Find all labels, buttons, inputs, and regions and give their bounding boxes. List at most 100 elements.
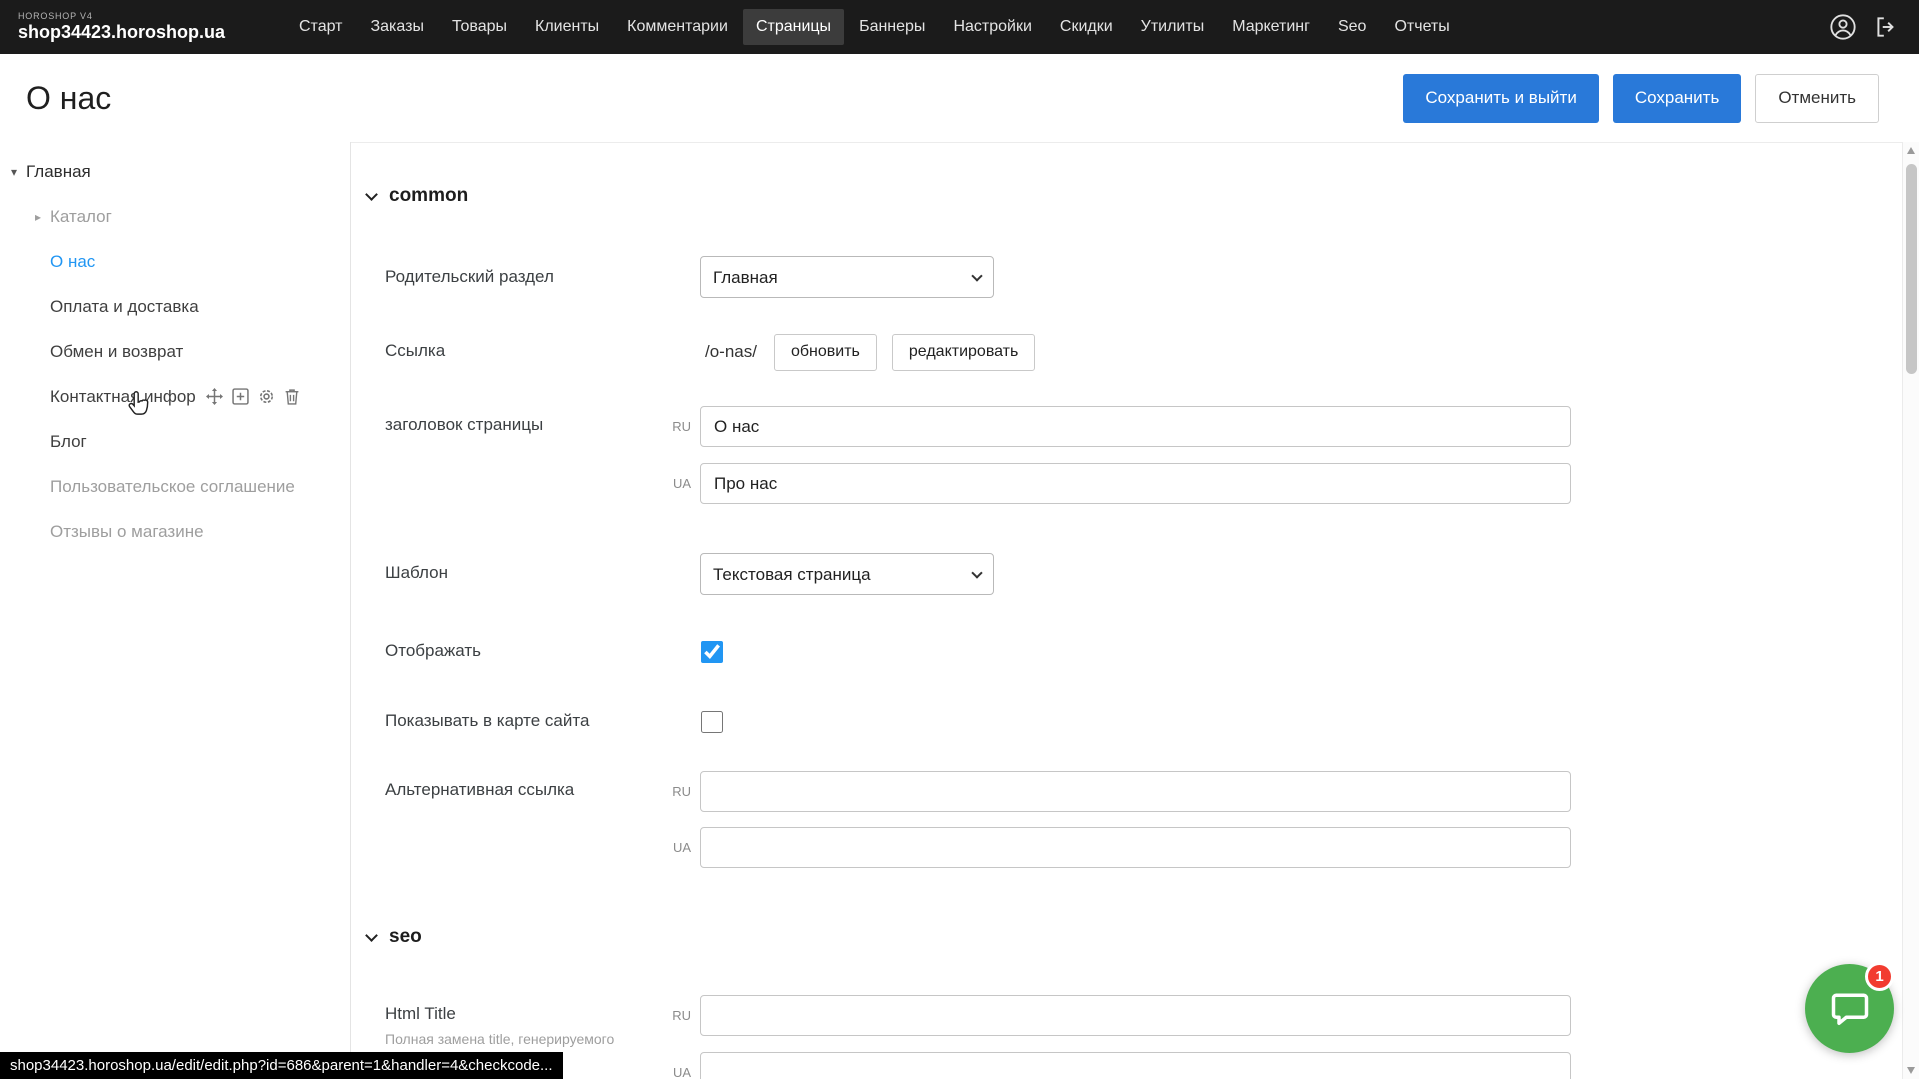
tree-item-label: Обмен и возврат: [50, 342, 183, 362]
nav-banners[interactable]: Баннеры: [846, 9, 938, 45]
alt-link-label: Альтернативная ссылка: [385, 780, 574, 800]
save-button[interactable]: Сохранить: [1613, 74, 1741, 123]
sitemap-label: Показывать в карте сайта: [385, 711, 589, 731]
lang-ru-badge: RU: [631, 784, 691, 799]
alt-link-ru-input[interactable]: [700, 771, 1571, 812]
sidebar-item-kontaktnaya-informatsiya[interactable]: Контактная инфор: [0, 374, 350, 419]
template-label: Шаблон: [385, 563, 448, 583]
page-header: О нас Сохранить и выйти Сохранить Отмени…: [0, 54, 1919, 142]
link-row: /o-nas/ обновить редактировать: [703, 333, 1035, 371]
nav-start[interactable]: Старт: [286, 9, 355, 45]
html-title-ua-input[interactable]: [700, 1052, 1571, 1079]
nav-orders[interactable]: Заказы: [357, 9, 436, 45]
link-edit-button[interactable]: редактировать: [892, 334, 1035, 371]
sidebar-item-oplata-i-dostavka[interactable]: Оплата и доставка: [0, 284, 350, 329]
nav-marketing[interactable]: Маркетинг: [1219, 9, 1323, 45]
scroll-down-arrow-icon[interactable]: [1907, 1067, 1915, 1074]
content: ▾ Главная ▸ Каталог О нас Оплата и доста…: [0, 142, 1902, 1079]
alt-link-ua-input[interactable]: [700, 827, 1571, 868]
html-title-hint: Полная замена title, генерируемого: [385, 1031, 614, 1047]
main-menu: Старт Заказы Товары Клиенты Комментарии …: [286, 9, 1463, 45]
logout-icon[interactable]: [1873, 14, 1899, 40]
nav-pages[interactable]: Страницы: [743, 9, 844, 45]
chat-widget-button[interactable]: 1: [1805, 964, 1894, 1053]
tree-item-label: Блог: [50, 432, 87, 452]
chevron-down-icon: [365, 188, 378, 201]
nav-utilities[interactable]: Утилиты: [1128, 9, 1218, 45]
user-account-icon[interactable]: [1829, 13, 1857, 41]
topbar-icons: [1829, 13, 1919, 41]
section-common-label: common: [389, 185, 468, 207]
brand-version: HOROSHOP V4: [18, 12, 240, 22]
settings-gear-icon[interactable]: [258, 388, 275, 405]
cancel-button[interactable]: Отменить: [1755, 74, 1879, 123]
sidebar-item-o-nas[interactable]: О нас: [0, 239, 350, 284]
sidebar-item-soglashenie[interactable]: Пользовательское соглашение: [0, 464, 350, 509]
sidebar-item-katalog[interactable]: ▸ Каталог: [0, 194, 350, 239]
topbar: HOROSHOP V4 shop34423.horoshop.ua Старт …: [0, 0, 1919, 54]
parent-section-label: Родительский раздел: [385, 267, 554, 287]
chevron-down-icon: [365, 929, 378, 942]
lang-ua-badge: UA: [631, 476, 691, 491]
tree-item-label: Отзывы о магазине: [50, 522, 204, 542]
page-title-ru-input[interactable]: [700, 406, 1571, 447]
tree-item-label: О нас: [50, 252, 95, 272]
display-checkbox[interactable]: [701, 641, 723, 663]
nav-settings[interactable]: Настройки: [940, 9, 1044, 45]
sidebar-item-blog[interactable]: Блог: [0, 419, 350, 464]
html-title-label: Html Title: [385, 1004, 456, 1024]
template-select[interactable]: Текстовая страница: [700, 553, 994, 595]
chat-unread-badge: 1: [1865, 962, 1894, 991]
html-title-ru-input[interactable]: [700, 995, 1571, 1036]
tree-item-actions: [206, 388, 300, 405]
nav-comments[interactable]: Комментарии: [614, 9, 741, 45]
tree-root-label: Главная: [26, 162, 91, 182]
page-title: О нас: [26, 80, 111, 117]
parent-section-select[interactable]: Главная: [700, 256, 994, 298]
chevron-down-icon: ▾: [11, 165, 17, 179]
template-select-wrap: Текстовая страница: [700, 553, 994, 595]
sitemap-checkbox[interactable]: [701, 711, 723, 733]
tree-item-label: Контактная инфор: [50, 387, 196, 407]
tree-list: ▸ Каталог О нас Оплата и доставка Обмен …: [0, 194, 350, 554]
scrollbar-thumb[interactable]: [1906, 164, 1917, 374]
tree-item-label: Каталог: [50, 207, 112, 227]
nav-reports[interactable]: Отчеты: [1381, 9, 1462, 45]
link-label: Ссылка: [385, 341, 445, 361]
save-and-exit-button[interactable]: Сохранить и выйти: [1403, 74, 1598, 123]
pages-tree-sidebar: ▾ Главная ▸ Каталог О нас Оплата и доста…: [0, 142, 351, 1079]
lang-ru-badge: RU: [631, 419, 691, 434]
nav-clients[interactable]: Клиенты: [522, 9, 612, 45]
link-refresh-button[interactable]: обновить: [774, 334, 877, 371]
section-common[interactable]: common: [367, 185, 468, 207]
parent-section-select-wrap: Главная: [700, 256, 994, 298]
link-status-bar: shop34423.horoshop.ua/edit/edit.php?id=6…: [0, 1052, 563, 1079]
page-edit-form: common Родительский раздел Главная Ссылк…: [351, 142, 1902, 1079]
lang-ru-badge: RU: [631, 1008, 691, 1023]
tree-item-label: Пользовательское соглашение: [50, 477, 295, 497]
sidebar-item-otzyvy[interactable]: Отзывы о магазине: [0, 509, 350, 554]
sidebar-item-obmen-i-vozvrat[interactable]: Обмен и возврат: [0, 329, 350, 374]
sidebar-item-glavnaya[interactable]: ▾ Главная: [0, 149, 350, 194]
section-seo[interactable]: seo: [367, 926, 422, 948]
chevron-right-icon: ▸: [35, 210, 41, 224]
page-title-ua-input[interactable]: [700, 463, 1571, 504]
link-path-value: /o-nas/: [703, 342, 759, 362]
brand[interactable]: HOROSHOP V4 shop34423.horoshop.ua: [0, 12, 240, 43]
tree-item-label: Оплата и доставка: [50, 297, 199, 317]
header-actions: Сохранить и выйти Сохранить Отменить: [1403, 74, 1893, 123]
nav-products[interactable]: Товары: [439, 9, 520, 45]
nav-discounts[interactable]: Скидки: [1047, 9, 1126, 45]
nav-seo[interactable]: Seo: [1325, 9, 1379, 45]
chat-bubble-icon: [1828, 987, 1872, 1031]
section-seo-label: seo: [389, 926, 422, 948]
page-title-label: заголовок страницы: [385, 415, 543, 435]
lang-ua-badge: UA: [631, 1065, 691, 1079]
delete-trash-icon[interactable]: [284, 388, 300, 405]
display-label: Отображать: [385, 641, 481, 661]
drag-move-icon[interactable]: [206, 388, 223, 405]
lang-ua-badge: UA: [631, 840, 691, 855]
scroll-up-arrow-icon[interactable]: [1907, 147, 1915, 154]
add-subpage-icon[interactable]: [232, 388, 249, 405]
vertical-scrollbar[interactable]: [1902, 142, 1919, 1079]
